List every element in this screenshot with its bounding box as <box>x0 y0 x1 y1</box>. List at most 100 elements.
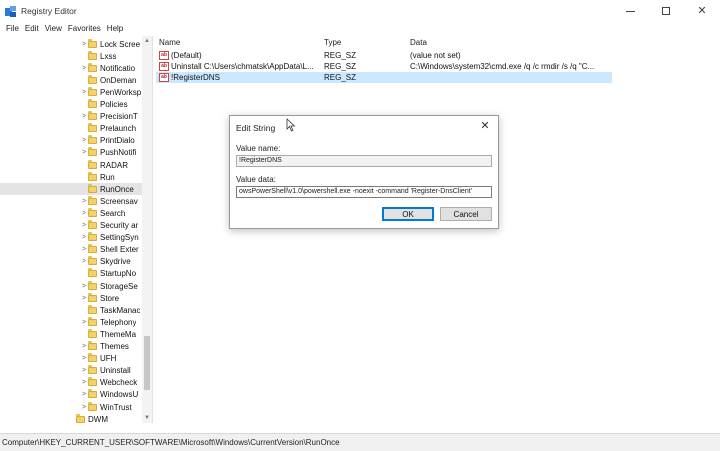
tree-item[interactable]: ThemeMa <box>0 328 142 340</box>
values-list: Name Type Data ab (Default) REG_SZ (value n… <box>156 36 720 423</box>
menu-view[interactable]: View <box>42 24 65 33</box>
folder-icon <box>88 207 97 217</box>
folder-icon <box>88 50 97 60</box>
tree-item[interactable]: Lxss <box>0 50 142 62</box>
chevron-right-icon[interactable]: > <box>80 246 88 253</box>
tree-item[interactable]: > Notificatio <box>0 62 142 74</box>
chevron-right-icon[interactable]: > <box>80 89 88 96</box>
tree-item-label: RADAR <box>100 160 129 170</box>
menu-edit[interactable]: Edit <box>22 24 42 33</box>
chevron-right-icon[interactable]: > <box>80 258 88 265</box>
maximize-button[interactable] <box>648 0 684 22</box>
tree-item[interactable]: > PrintDialo <box>0 135 142 147</box>
chevron-right-icon[interactable]: > <box>80 149 88 156</box>
tree-item[interactable]: > Screensav <box>0 195 142 207</box>
chevron-right-icon[interactable]: > <box>80 234 88 241</box>
tree-item[interactable]: StartupNo <box>0 268 142 280</box>
chevron-right-icon[interactable]: > <box>80 343 88 350</box>
dialog-close-button[interactable]: ✕ <box>478 119 492 133</box>
ok-button[interactable]: OK <box>382 207 434 221</box>
chevron-right-icon[interactable]: > <box>80 319 88 326</box>
tree-item-label: Skydrive <box>100 257 131 267</box>
tree-item-label: WinTrust <box>100 402 132 412</box>
scroll-up-arrow-icon[interactable]: ▲ <box>142 36 152 46</box>
chevron-right-icon[interactable]: > <box>80 391 88 398</box>
tree-item[interactable]: > WinTrust <box>0 401 142 413</box>
tree-item[interactable]: > Lock Scree <box>0 38 142 50</box>
column-header-name[interactable]: Name <box>159 38 180 47</box>
tree-item[interactable]: OnDeman <box>0 74 142 86</box>
chevron-right-icon[interactable]: > <box>80 379 88 386</box>
tree-item[interactable]: Prelaunch <box>0 123 142 135</box>
cancel-button[interactable]: Cancel <box>440 207 492 221</box>
chevron-right-icon[interactable]: > <box>80 295 88 302</box>
column-header-type[interactable]: Type <box>324 38 341 47</box>
chevron-right-icon[interactable]: > <box>80 283 88 290</box>
value-type-cell: REG_SZ <box>324 73 357 82</box>
folder-icon <box>88 316 97 326</box>
folder-icon <box>88 377 97 387</box>
string-value-icon: ab <box>159 51 169 60</box>
tree-item[interactable]: > Telephony <box>0 316 142 328</box>
tree-item[interactable]: > PushNotifi <box>0 147 142 159</box>
tree-item[interactable]: > Store <box>0 292 142 304</box>
chevron-right-icon[interactable]: > <box>80 367 88 374</box>
tree-item[interactable]: Policies <box>0 99 142 111</box>
string-value-icon: ab <box>159 73 169 82</box>
menu-help[interactable]: Help <box>104 24 126 33</box>
value-data-cell: C:\Windows\system32\cmd.exe /q /c rmdir … <box>410 62 595 71</box>
minimize-button[interactable] <box>612 0 648 22</box>
folder-icon <box>88 147 97 157</box>
tree-item-label: Lxss <box>100 51 117 61</box>
tree-scroll-thumb[interactable] <box>144 336 150 390</box>
menu-file[interactable]: File <box>3 24 22 33</box>
status-bar: Computer\HKEY_CURRENT_USER\SOFTWARE\Micr… <box>0 433 720 451</box>
menu-favorites[interactable]: Favorites <box>65 24 104 33</box>
tree-scrollbar[interactable]: ▲ ▼ <box>142 36 152 423</box>
value-row[interactable]: ab (Default) REG_SZ (value not set) <box>156 50 612 61</box>
tree-item[interactable]: > Themes <box>0 341 142 353</box>
tree-item[interactable]: > WindowsU <box>0 389 142 401</box>
tree-item[interactable]: > Uninstall <box>0 365 142 377</box>
tree-item[interactable]: RADAR <box>0 159 142 171</box>
tree-item[interactable]: > PenWorksp <box>0 86 142 98</box>
tree-item[interactable]: > UFH <box>0 353 142 365</box>
tree-item[interactable]: TaskManac <box>0 304 142 316</box>
chevron-right-icon[interactable]: > <box>80 137 88 144</box>
tree-item-label: Screensav <box>100 196 138 206</box>
tree-item[interactable]: > Shell Exter <box>0 244 142 256</box>
close-window-button[interactable]: ✕ <box>684 0 720 22</box>
tree-item-label: StorageSe <box>100 281 138 291</box>
tree-item[interactable]: > StorageSe <box>0 280 142 292</box>
chevron-right-icon[interactable]: > <box>80 355 88 362</box>
tree-item[interactable]: > Security ar <box>0 220 142 232</box>
tree-item-label: OnDeman <box>100 75 137 85</box>
folder-icon <box>88 74 97 84</box>
scroll-down-arrow-icon[interactable]: ▼ <box>142 413 152 423</box>
tree-item-label: Policies <box>100 100 128 109</box>
folder-icon <box>88 280 97 290</box>
chevron-right-icon[interactable]: > <box>80 65 88 72</box>
chevron-right-icon[interactable]: > <box>80 210 88 217</box>
chevron-right-icon[interactable]: > <box>80 113 88 120</box>
edit-string-dialog: Edit String ✕ Value name: !RegisterDNS V… <box>229 115 499 229</box>
tree-item[interactable]: > Search <box>0 207 142 219</box>
value-name-field[interactable]: !RegisterDNS <box>236 155 492 167</box>
value-row[interactable]: ab !RegisterDNS REG_SZ <box>156 72 612 83</box>
chevron-right-icon[interactable]: > <box>80 404 88 411</box>
column-header-data[interactable]: Data <box>410 38 427 47</box>
tree-item[interactable]: > PrecisionT <box>0 111 142 123</box>
chevron-right-icon[interactable]: > <box>80 198 88 205</box>
value-row[interactable]: ab Uninstall C:\Users\chmatsk\AppData\L..… <box>156 61 612 72</box>
tree-item[interactable]: > Webcheck <box>0 377 142 389</box>
chevron-right-icon[interactable]: > <box>80 222 88 229</box>
value-name-label: Value name: <box>236 144 281 153</box>
chevron-right-icon[interactable]: > <box>80 41 88 48</box>
value-data-input[interactable]: owsPowerShell\v1.0\powershell.exe -noexi… <box>236 186 492 198</box>
tree-item[interactable]: > Skydrive <box>0 256 142 268</box>
tree-item[interactable]: RunOnce <box>0 183 142 196</box>
minimize-icon <box>625 10 635 12</box>
tree-item[interactable]: > SettingSyn <box>0 232 142 244</box>
tree-item[interactable]: Run <box>0 171 142 183</box>
tree-item[interactable]: DWM <box>0 413 142 423</box>
